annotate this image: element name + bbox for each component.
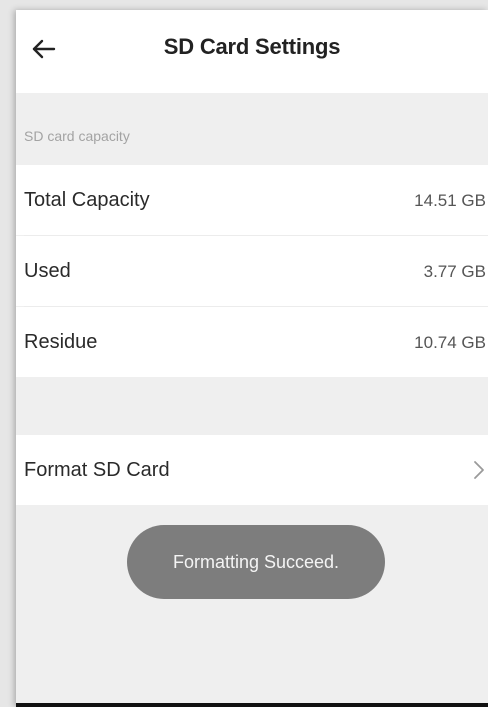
row-label: Format SD Card bbox=[24, 459, 170, 481]
row-used: Used 3.77 GB bbox=[16, 236, 488, 306]
header-bar: SD Card Settings bbox=[16, 10, 488, 93]
format-sd-card-button[interactable]: Format SD Card bbox=[16, 435, 488, 505]
toast-message: Formatting Succeed. bbox=[127, 525, 385, 599]
section-label-capacity: SD card capacity bbox=[24, 128, 130, 144]
row-value: 3.77 GB bbox=[423, 262, 486, 281]
row-value: 10.74 GB bbox=[414, 333, 486, 352]
device-frame: SD Card Settings SD card capacity Total … bbox=[0, 0, 488, 707]
row-total-capacity: Total Capacity 14.51 GB bbox=[16, 165, 488, 235]
row-value: 14.51 GB bbox=[414, 191, 486, 210]
row-label: Total Capacity bbox=[24, 189, 150, 211]
row-label: Residue bbox=[24, 331, 98, 353]
page-title: SD Card Settings bbox=[163, 34, 341, 59]
chevron-right-icon bbox=[474, 461, 484, 479]
row-label: Used bbox=[24, 260, 71, 282]
row-residue: Residue 10.74 GB bbox=[16, 307, 488, 377]
sd-card-settings-screen: SD Card Settings SD card capacity Total … bbox=[16, 10, 488, 707]
